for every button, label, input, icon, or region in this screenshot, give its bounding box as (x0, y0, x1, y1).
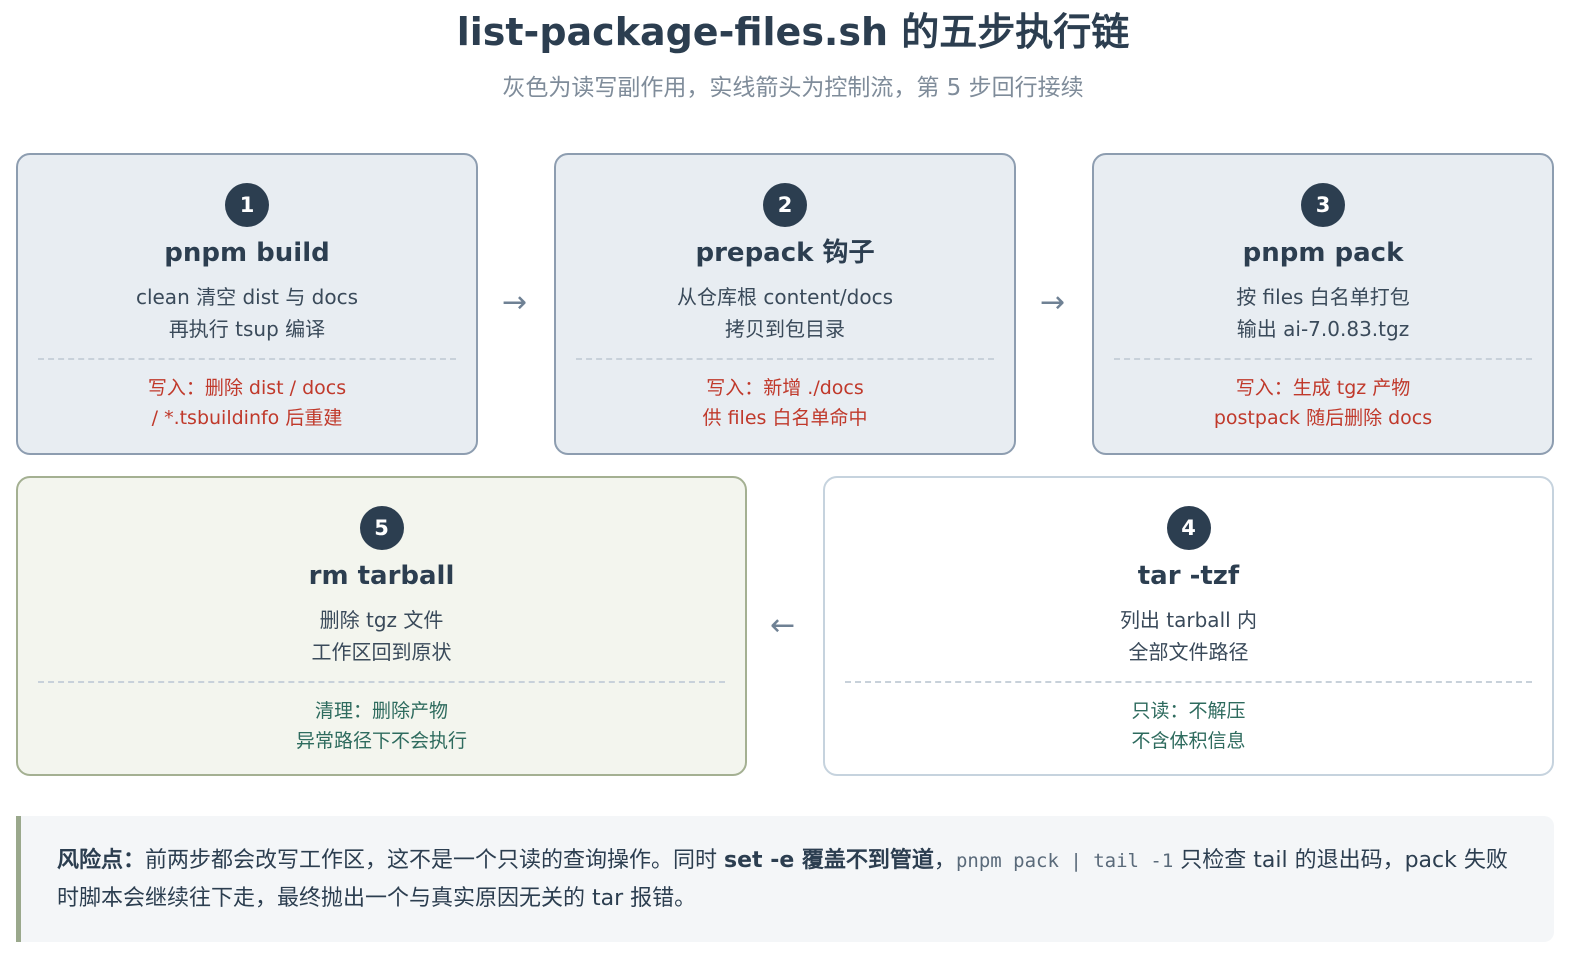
side-effect-note: 写入：生成 tgz 产物 postpack 随后删除 docs (1094, 373, 1552, 433)
side-effect-line: 写入：生成 tgz 产物 (1235, 377, 1411, 399)
flow-arrow-2-3: → (1040, 285, 1066, 320)
divider (38, 358, 456, 360)
side-effect-line: 异常路径下不会执行 (295, 730, 467, 752)
page-title: list-package-files.sh 的五步执行链 (456, 10, 1130, 54)
risk-callout: 风险点：前两步都会改写工作区，这不是一个只读的查询操作。同时 set -e 覆盖… (16, 816, 1554, 942)
step-description-line: 工作区回到原状 (311, 640, 452, 664)
step-description-line: 按 files 白名单打包 (1236, 285, 1410, 309)
risk-emphasis: set -e 覆盖不到管道 (724, 848, 934, 873)
step-card-5: 5 rm tarball 删除 tgz 文件 工作区回到原状 清理：删除产物 异… (16, 476, 747, 776)
step-title: pnpm build (164, 238, 330, 268)
divider (1114, 358, 1532, 360)
step-description: 从仓库根 content/docs 拷贝到包目录 (556, 281, 1014, 345)
side-effect-note: 只读：不解压 不含体积信息 (825, 696, 1552, 756)
step-description-line: clean 清空 dist 与 docs (135, 285, 359, 309)
side-effect-line: 清理：删除产物 (314, 700, 448, 722)
step-description: 按 files 白名单打包 输出 ai-7.0.83.tgz (1094, 281, 1552, 345)
risk-text: ， (933, 848, 956, 873)
step-description: 列出 tarball 内 全部文件路径 (825, 604, 1552, 668)
side-effect-note: 写入：新增 ./docs 供 files 白名单命中 (556, 373, 1014, 433)
step-number-badge: 2 (763, 183, 807, 227)
step-card-4: 4 tar -tzf 列出 tarball 内 全部文件路径 只读：不解压 不含… (823, 476, 1554, 776)
step-description-line: 删除 tgz 文件 (319, 608, 444, 632)
side-effect-note: 写入：删除 dist / docs / *.tsbuildinfo 后重建 (18, 373, 476, 433)
side-effect-note: 清理：删除产物 异常路径下不会执行 (18, 696, 745, 756)
step-description-line: 再执行 tsup 编译 (168, 317, 326, 341)
side-effect-line: postpack 随后删除 docs (1213, 407, 1433, 429)
step-title: pnpm pack (1242, 238, 1404, 268)
divider (576, 358, 994, 360)
step-description-line: 全部文件路径 (1128, 640, 1249, 664)
divider (38, 681, 725, 683)
risk-code: pnpm pack | tail -1 (955, 850, 1174, 872)
step-description-line: 列出 tarball 内 (1119, 608, 1258, 632)
step-number-badge: 5 (359, 506, 404, 550)
step-description-line: 从仓库根 content/docs (676, 285, 893, 309)
step-number-badge: 3 (1301, 183, 1345, 227)
side-effect-line: 不含体积信息 (1131, 730, 1246, 752)
risk-label: 风险点： (57, 848, 146, 873)
step-card-3: 3 pnpm pack 按 files 白名单打包 输出 ai-7.0.83.t… (1092, 153, 1554, 455)
divider (845, 681, 1532, 683)
step-title: prepack 钩子 (695, 238, 875, 268)
step-description: 删除 tgz 文件 工作区回到原状 (18, 604, 745, 668)
side-effect-line: / *.tsbuildinfo 后重建 (151, 407, 343, 429)
step-card-2: 2 prepack 钩子 从仓库根 content/docs 拷贝到包目录 写入… (554, 153, 1016, 455)
side-effect-line: 写入：删除 dist / docs (147, 377, 347, 399)
step-description-line: 拷贝到包目录 (725, 317, 845, 341)
side-effect-line: 只读：不解压 (1131, 700, 1246, 722)
step-title: tar -tzf (1137, 561, 1240, 591)
risk-text: 前两步都会改写工作区，这不是一个只读的查询操作。同时 (145, 848, 725, 873)
side-effect-line: 写入：新增 ./docs (706, 377, 864, 399)
step-number-badge: 4 (1166, 506, 1211, 550)
step-number-badge: 1 (225, 183, 269, 227)
step-description-line: 输出 ai-7.0.83.tgz (1236, 317, 1410, 341)
step-description: clean 清空 dist 与 docs 再执行 tsup 编译 (18, 281, 476, 345)
flow-arrow-4-5: ← (770, 608, 796, 643)
flow-arrow-1-2: → (502, 285, 528, 320)
page-subtitle: 灰色为读写副作用，实线箭头为控制流，第 5 步回行接续 (502, 75, 1084, 101)
step-card-1: 1 pnpm build clean 清空 dist 与 docs 再执行 ts… (16, 153, 478, 455)
step-title: rm tarball (308, 561, 455, 591)
side-effect-line: 供 files 白名单命中 (702, 407, 868, 429)
